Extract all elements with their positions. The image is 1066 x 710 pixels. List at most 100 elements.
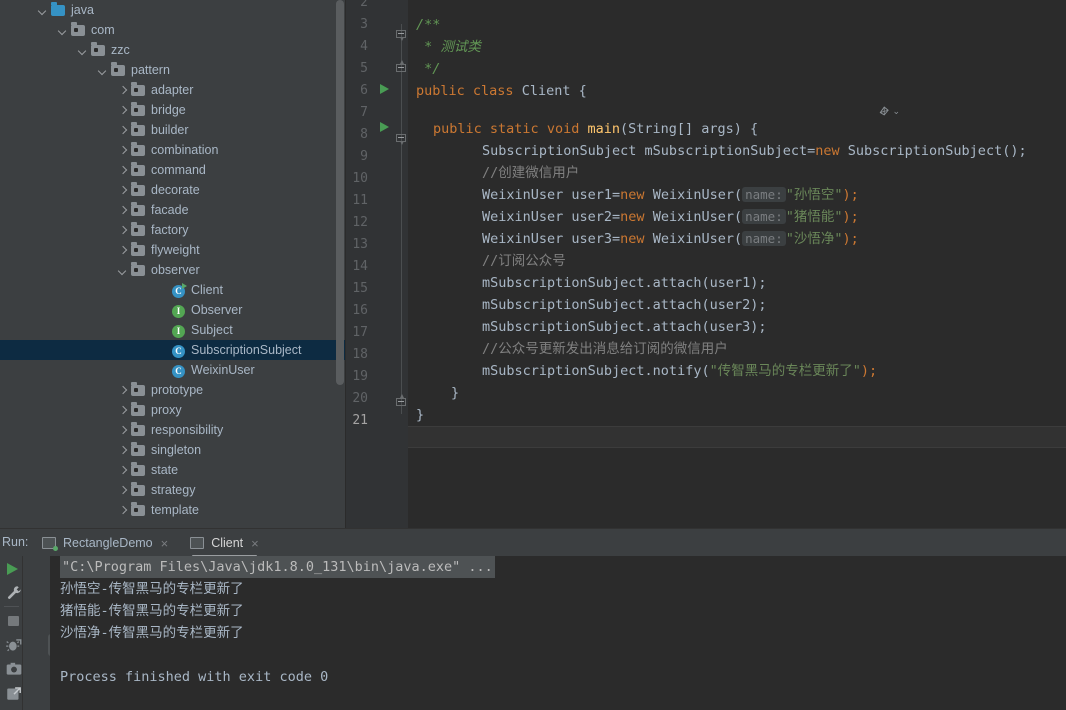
tree-item-facade[interactable]: facade: [0, 200, 346, 220]
chevron-right-icon[interactable]: [117, 404, 129, 416]
chevron-right-icon[interactable]: [117, 444, 129, 456]
console-output[interactable]: "C:\Program Files\Java\jdk1.8.0_131\bin\…: [50, 556, 1066, 710]
tree-item-label: decorate: [151, 183, 200, 197]
chevron-right-icon[interactable]: [117, 244, 129, 256]
fold-marker-javadoc-end[interactable]: [396, 60, 407, 75]
chevron-right-icon[interactable]: [117, 164, 129, 176]
tree-item-decorate[interactable]: decorate: [0, 180, 346, 200]
export-icon: [7, 687, 21, 700]
chevron-down-icon[interactable]: [117, 264, 129, 276]
line-number-10: 10: [352, 171, 368, 186]
run-tab-client[interactable]: Client ×: [186, 529, 263, 557]
tree-item-label: flyweight: [151, 243, 200, 257]
chevron-right-icon[interactable]: [117, 204, 129, 216]
tree-item-singleton[interactable]: singleton: [0, 440, 346, 460]
param-hint-name: name:: [742, 231, 786, 246]
tree-item-state[interactable]: state: [0, 460, 346, 480]
tree-item-combination[interactable]: combination: [0, 140, 346, 160]
chevron-right-icon[interactable]: [117, 124, 129, 136]
tree-item-builder[interactable]: builder: [0, 120, 346, 140]
tree-item-factory[interactable]: factory: [0, 220, 346, 240]
chevron-right-icon[interactable]: [117, 504, 129, 516]
chevron-right-icon[interactable]: [117, 224, 129, 236]
tree-item-java[interactable]: java: [0, 0, 346, 20]
tree-item-observer[interactable]: observer: [0, 260, 346, 280]
chevron-down-icon[interactable]: [37, 4, 49, 16]
code-line-3: /**: [416, 14, 440, 36]
tree-item-command[interactable]: command: [0, 160, 346, 180]
package-folder-icon: [91, 44, 106, 57]
kw-new: new: [815, 143, 840, 159]
kw-new: new: [620, 231, 645, 247]
tree-item-zzc[interactable]: zzc: [0, 40, 346, 60]
class-icon: C: [171, 364, 186, 378]
project-tree-scrollbar[interactable]: [336, 0, 344, 385]
close-icon[interactable]: ×: [161, 537, 169, 550]
chevron-down-icon[interactable]: [77, 44, 89, 56]
fold-marker-javadoc[interactable]: [396, 30, 407, 41]
attach-call-1: mSubscriptionSubject.attach(user1);: [482, 275, 767, 291]
tree-item-bridge[interactable]: bridge: [0, 100, 346, 120]
tree-item-template[interactable]: template: [0, 500, 346, 520]
console-output-line: Process finished with exit code 0: [60, 669, 329, 685]
chevron-down-icon[interactable]: ⌄: [892, 106, 900, 117]
fold-marker-method-end[interactable]: [396, 394, 407, 409]
chevron-right-icon[interactable]: [117, 464, 129, 476]
code-line-15: mSubscriptionSubject.attach(user2);: [416, 294, 766, 316]
tree-item-pattern[interactable]: pattern: [0, 60, 346, 80]
console-output-line: 孙悟空-传智黑马的专栏更新了: [60, 581, 244, 597]
chevron-right-icon[interactable]: [117, 424, 129, 436]
tree-item-label: pattern: [131, 63, 170, 77]
close-icon[interactable]: ×: [251, 537, 259, 550]
fold-marker-method[interactable]: [396, 134, 407, 145]
ide-window: java com zzc pattern adapter bridge builder com…: [0, 0, 1066, 710]
chevron-right-icon[interactable]: [117, 104, 129, 116]
tree-item-subscriptionsubject[interactable]: C SubscriptionSubject: [0, 340, 346, 360]
package-folder-icon: [131, 184, 146, 197]
package-folder-icon: [131, 404, 146, 417]
var-decl: SubscriptionSubject mSubscriptionSubject…: [482, 143, 816, 159]
tree-item-client[interactable]: C Client: [0, 280, 346, 300]
run-toolbar-console[interactable]: [22, 556, 70, 710]
tree-item-com[interactable]: com: [0, 20, 346, 40]
chevron-right-icon[interactable]: [117, 144, 129, 156]
code-line-16: mSubscriptionSubject.attach(user3);: [416, 316, 766, 338]
chevron-right-icon[interactable]: [117, 184, 129, 196]
javadoc-render-inlay-icon[interactable]: ⌄: [878, 103, 900, 119]
code-text-area[interactable]: /** * 测试类 */ public class Client { ⌄ pub…: [408, 0, 1066, 528]
code-fold-guide-line: [401, 24, 402, 414]
run-tab-bar: Run: RectangleDemo × Client ×: [0, 528, 1066, 557]
run-window-label: Run:: [2, 535, 29, 549]
run-method-gutter-icon[interactable]: [380, 122, 389, 132]
tree-item-weixinuser[interactable]: C WeixinUser: [0, 360, 346, 380]
tree-item-flyweight[interactable]: flyweight: [0, 240, 346, 260]
tree-item-prototype[interactable]: prototype: [0, 380, 346, 400]
tree-item-label: command: [151, 163, 206, 177]
package-folder-icon: [131, 504, 146, 517]
ctor-call: WeixinUser(: [644, 187, 743, 203]
tree-item-adapter[interactable]: adapter: [0, 80, 346, 100]
tree-item-strategy[interactable]: strategy: [0, 480, 346, 500]
run-tool-window[interactable]: Run: RectangleDemo × Client × "C:\Progra…: [0, 528, 1066, 710]
chevron-down-icon[interactable]: [57, 24, 69, 36]
code-editor[interactable]: 2 3 4 5 6 7 8 9 10 11 12 13 14 15 16 17 18 19 20 21 /** * 测…: [346, 0, 1066, 528]
chevron-down-icon[interactable]: [97, 64, 109, 76]
run-tab-rectangledemo[interactable]: RectangleDemo ×: [38, 529, 172, 557]
tree-item-subject[interactable]: I Subject: [0, 320, 346, 340]
chevron-right-icon[interactable]: [117, 84, 129, 96]
tree-item-responsibility[interactable]: responsibility: [0, 420, 346, 440]
tree-item-label: Observer: [191, 303, 243, 317]
tree-item-proxy[interactable]: proxy: [0, 400, 346, 420]
run-toolbar-left[interactable]: [0, 556, 22, 710]
chevron-right-icon[interactable]: [117, 384, 129, 396]
editor-gutter[interactable]: 2 3 4 5 6 7 8 9 10 11 12 13 14 15 16 17 18 19 20 21: [346, 0, 408, 528]
chevron-right-icon[interactable]: [117, 484, 129, 496]
package-folder-icon: [131, 144, 146, 157]
tree-item-observer[interactable]: I Observer: [0, 300, 346, 320]
javadoc-text: * 测试类: [416, 39, 481, 55]
run-class-gutter-icon[interactable]: [380, 84, 389, 94]
project-tree-panel[interactable]: java com zzc pattern adapter bridge builder com…: [0, 0, 346, 528]
notify-call: mSubscriptionSubject.notify(: [482, 363, 710, 379]
line-number-18: 18: [352, 347, 368, 362]
code-line-19: }: [416, 382, 459, 404]
